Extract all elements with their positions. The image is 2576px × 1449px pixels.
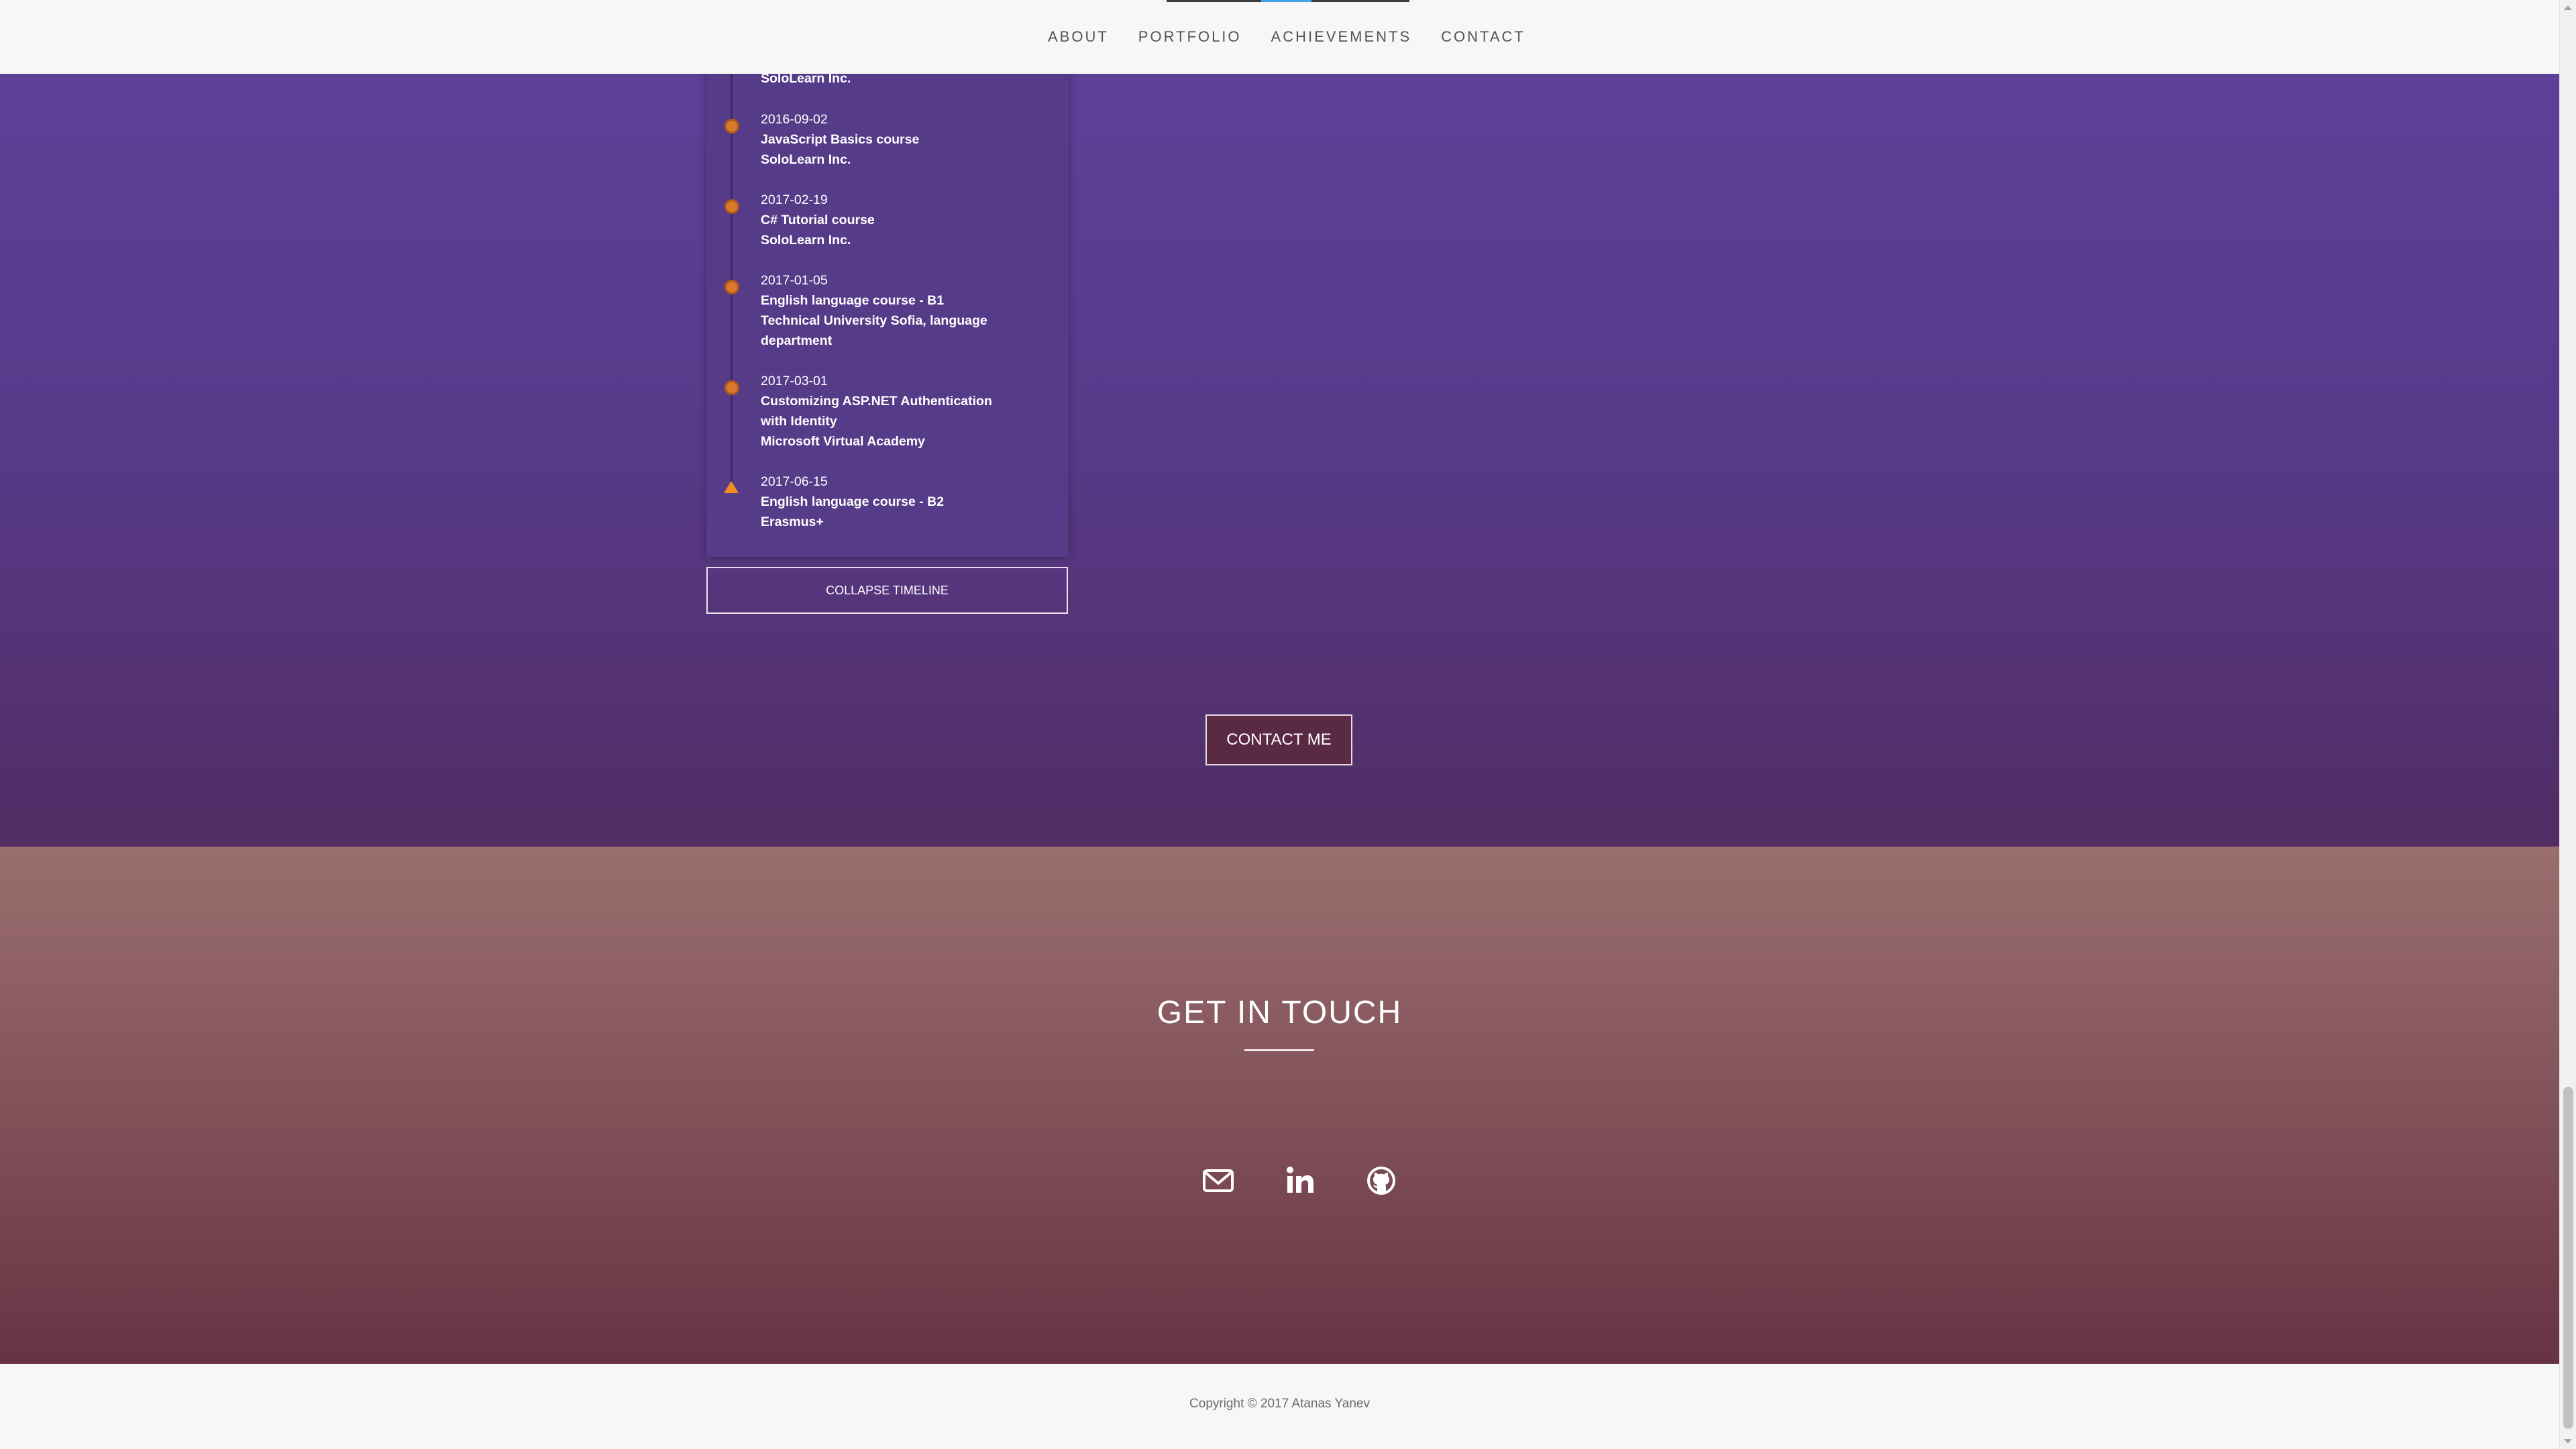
timeline-item-line: SoloLearn Inc. [761, 152, 851, 167]
collapse-timeline-button[interactable]: COLLAPSE TIMELINE [706, 567, 1068, 614]
scrollbar-thumb[interactable] [2563, 1087, 2573, 1429]
timeline-item-line: Customizing ASP.NET Authentication [761, 394, 992, 409]
github-icon[interactable] [1364, 1164, 1398, 1197]
timeline-item-line: Erasmus+ [761, 515, 824, 529]
section-title: GET IN TOUCH [1157, 995, 1403, 1030]
timeline-item: 2016-09-02 JavaScript Basics course Solo… [761, 109, 1029, 170]
timeline-item-date: 2017-03-01 [761, 374, 828, 388]
timeline-item: 2017-01-05 English language course - B1 … [761, 270, 1029, 351]
envelope-icon[interactable] [1201, 1164, 1235, 1197]
nav-about[interactable]: ABOUT [1048, 28, 1109, 46]
scroll-up-icon[interactable] [2564, 5, 2572, 10]
timeline-item-line: SoloLearn Inc. [761, 233, 851, 248]
get-in-touch-section: GET IN TOUCH [0, 847, 2559, 1364]
title-divider [1244, 1049, 1314, 1051]
timeline-dot [724, 119, 739, 133]
timeline-dot [724, 380, 739, 395]
timeline-item: 2017-06-15 English language course - B2 … [761, 472, 1029, 532]
timeline-item-date: 2016-09-02 [761, 112, 828, 127]
timeline-item-line: English language course - B2 [761, 494, 945, 509]
navbar: ABOUT PORTFOLIO ACHIEVEMENTS CONTACT [0, 0, 2559, 74]
timeline-item-date: 2017-06-15 [761, 474, 828, 489]
nav-contact[interactable]: CONTACT [1441, 28, 1525, 46]
timeline-item-line: JavaScript Basics course [761, 132, 920, 147]
timeline-dot [724, 199, 739, 214]
nav-achievements[interactable]: ACHIEVEMENTS [1271, 28, 1412, 46]
timeline-item-line: Technical University Sofia, language [761, 313, 987, 328]
contact-me-button[interactable]: CONTACT ME [1205, 714, 1352, 765]
page: SoloLearn Inc. 2016-09-02 JavaScript Bas… [0, 0, 2559, 1449]
timeline-item-line: department [761, 333, 833, 348]
nav-links: ABOUT PORTFOLIO ACHIEVEMENTS CONTACT [1033, 0, 1540, 74]
linkedin-icon[interactable] [1283, 1164, 1317, 1197]
timeline-end-arrow-icon [724, 481, 739, 493]
timeline-card: SoloLearn Inc. 2016-09-02 JavaScript Bas… [706, 40, 1069, 557]
timeline-item-date: 2017-02-19 [761, 193, 828, 207]
scroll-down-icon[interactable] [2564, 1439, 2572, 1444]
page-scrollbar[interactable] [2559, 0, 2576, 1449]
footer: Copyright © 2017 Atanas Yanev [0, 1364, 2559, 1449]
timeline-item-line: with Identity [761, 414, 837, 429]
timeline-line [731, 40, 733, 486]
timeline-item: 2017-03-01 Customizing ASP.NET Authentic… [761, 371, 1029, 451]
timeline-item-line: C# Tutorial course [761, 213, 875, 227]
timeline-item: 2017-02-19 C# Tutorial course SoloLearn … [761, 190, 1029, 250]
copyright-text: Copyright © 2017 Atanas Yanev [1189, 1397, 1370, 1411]
nav-portfolio[interactable]: PORTFOLIO [1138, 28, 1242, 46]
achievements-section: SoloLearn Inc. 2016-09-02 JavaScript Bas… [0, 0, 2559, 847]
timeline-item-line: English language course - B1 [761, 293, 945, 308]
timeline-dot [724, 280, 739, 294]
timeline-item-line: Microsoft Virtual Academy [761, 434, 925, 449]
timeline-item-date: 2017-01-05 [761, 273, 828, 288]
